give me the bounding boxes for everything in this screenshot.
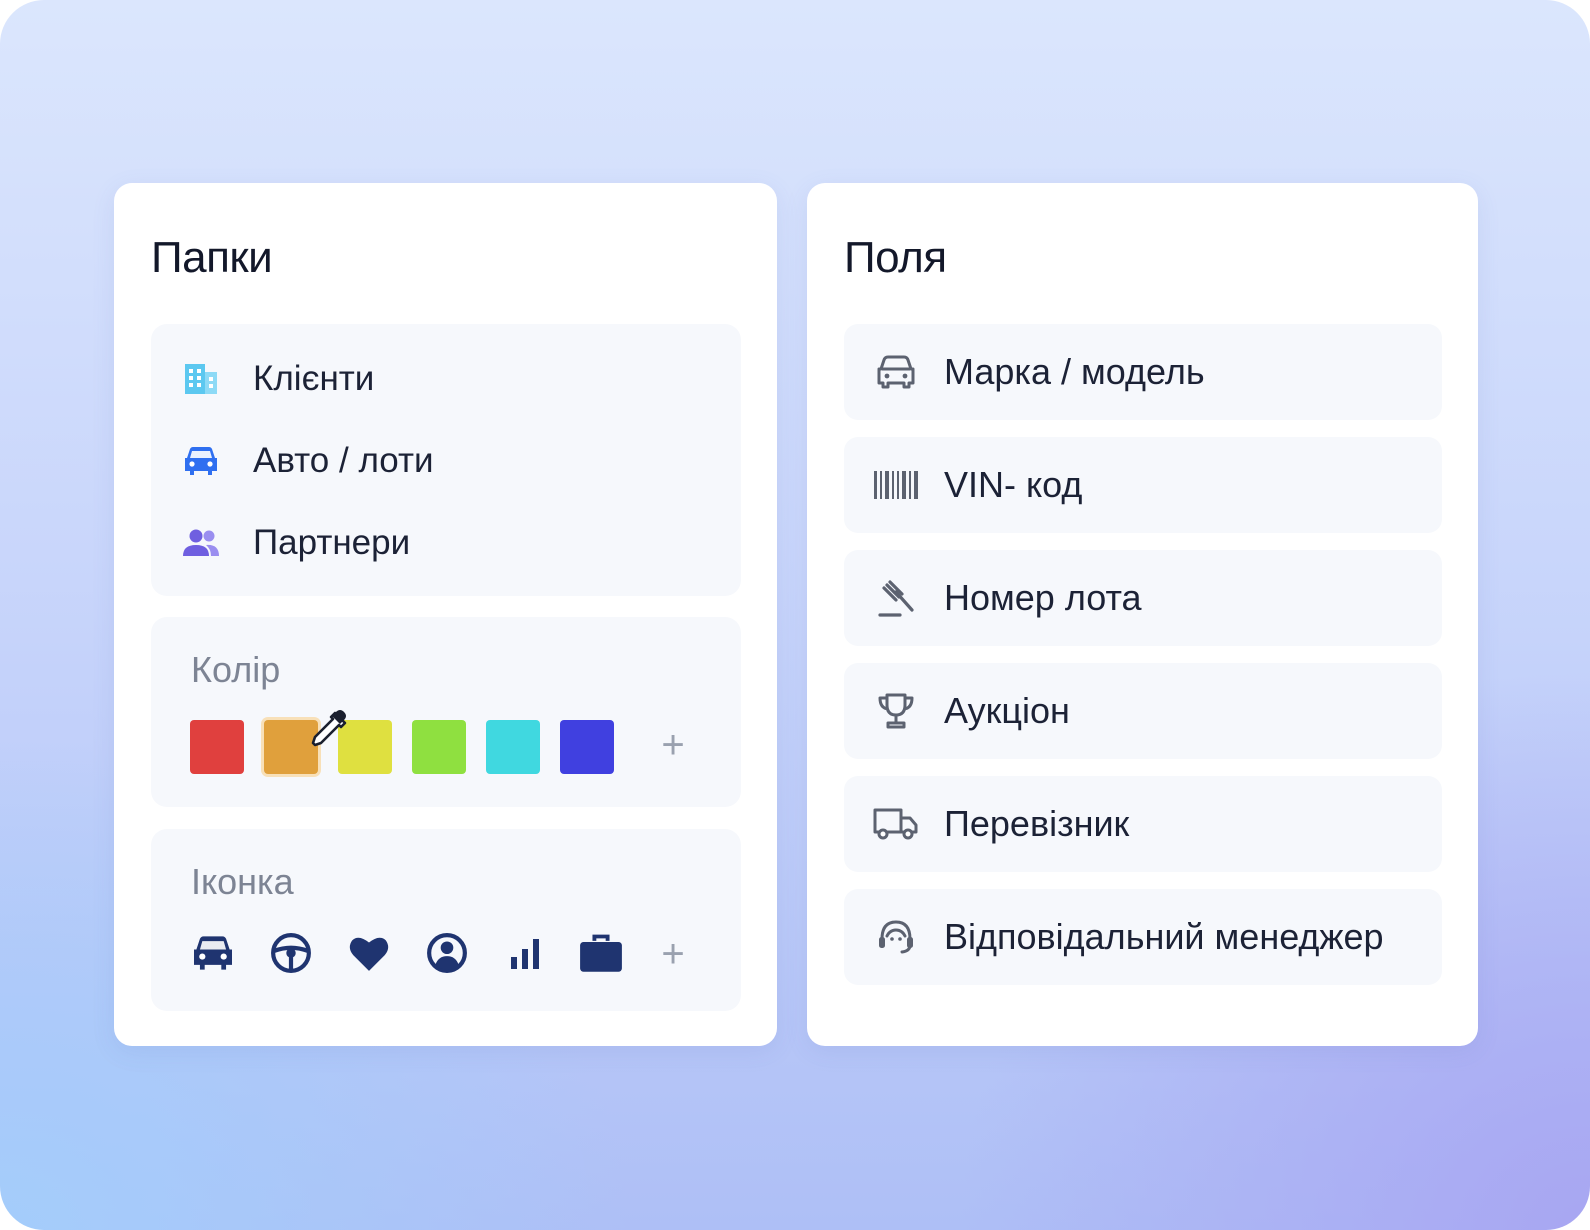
background: Папки Клієнти Авто / лоти Партнери Колір… bbox=[0, 0, 1590, 1230]
folders-card: Папки Клієнти Авто / лоти Партнери Колір… bbox=[114, 183, 777, 1046]
steering-wheel-icon[interactable] bbox=[267, 929, 315, 977]
color-swatch-red[interactable] bbox=[190, 720, 244, 774]
field-responsible-manager[interactable]: Відповідальний менеджер bbox=[844, 889, 1442, 985]
folder-item-cars-lots[interactable]: Авто / лоти bbox=[181, 436, 434, 486]
field-carrier[interactable]: Перевізник bbox=[844, 776, 1442, 872]
field-label: Аукціон bbox=[944, 690, 1070, 731]
folder-label: Клієнти bbox=[253, 359, 375, 398]
bar-chart-icon[interactable] bbox=[501, 929, 549, 977]
field-label: Відповідальний менеджер bbox=[944, 916, 1384, 957]
briefcase-icon[interactable] bbox=[577, 929, 625, 977]
folder-item-partners[interactable]: Партнери bbox=[181, 518, 410, 568]
color-swatch-blue[interactable] bbox=[560, 720, 614, 774]
support-agent-icon bbox=[872, 913, 920, 961]
building-icon bbox=[181, 359, 221, 399]
field-make-model[interactable]: Марка / модель bbox=[844, 324, 1442, 420]
heart-icon[interactable] bbox=[345, 929, 393, 977]
folders-title: Папки bbox=[151, 233, 273, 282]
folder-item-clients[interactable]: Клієнти bbox=[181, 354, 374, 404]
users-icon bbox=[181, 523, 221, 563]
folder-label: Партнери bbox=[253, 523, 411, 562]
barcode-icon bbox=[872, 461, 920, 509]
user-circle-icon[interactable] bbox=[423, 929, 471, 977]
field-label: Марка / модель bbox=[944, 351, 1205, 392]
fields-title: Поля bbox=[844, 233, 947, 282]
field-lot-number[interactable]: Номер лота bbox=[844, 550, 1442, 646]
fields-card: Поля Марка / модель VIN- код Номер лота … bbox=[807, 183, 1478, 1046]
field-auction[interactable]: Аукціон bbox=[844, 663, 1442, 759]
icon-picker: Іконка + bbox=[151, 829, 741, 1011]
color-swatch-cyan[interactable] bbox=[486, 720, 540, 774]
icon-section-label: Іконка bbox=[191, 861, 294, 902]
folder-label: Авто / лоти bbox=[253, 441, 434, 480]
eyedropper-icon bbox=[309, 709, 349, 754]
folder-list: Клієнти Авто / лоти Партнери bbox=[151, 324, 741, 596]
color-picker: Колір + bbox=[151, 617, 741, 807]
truck-icon bbox=[872, 800, 920, 848]
add-icon-button[interactable]: + bbox=[658, 934, 688, 974]
field-label: Перевізник bbox=[944, 803, 1130, 844]
gavel-icon bbox=[872, 574, 920, 622]
color-swatch-green[interactable] bbox=[412, 720, 466, 774]
car-icon[interactable] bbox=[189, 929, 237, 977]
field-label: Номер лота bbox=[944, 577, 1142, 618]
trophy-icon bbox=[872, 687, 920, 735]
add-color-button[interactable]: + bbox=[658, 725, 688, 765]
car-icon bbox=[181, 441, 221, 481]
car-outline-icon bbox=[872, 348, 920, 396]
color-section-label: Колір bbox=[191, 649, 281, 690]
field-label: VIN- код bbox=[944, 464, 1083, 505]
field-vin-code[interactable]: VIN- код bbox=[844, 437, 1442, 533]
